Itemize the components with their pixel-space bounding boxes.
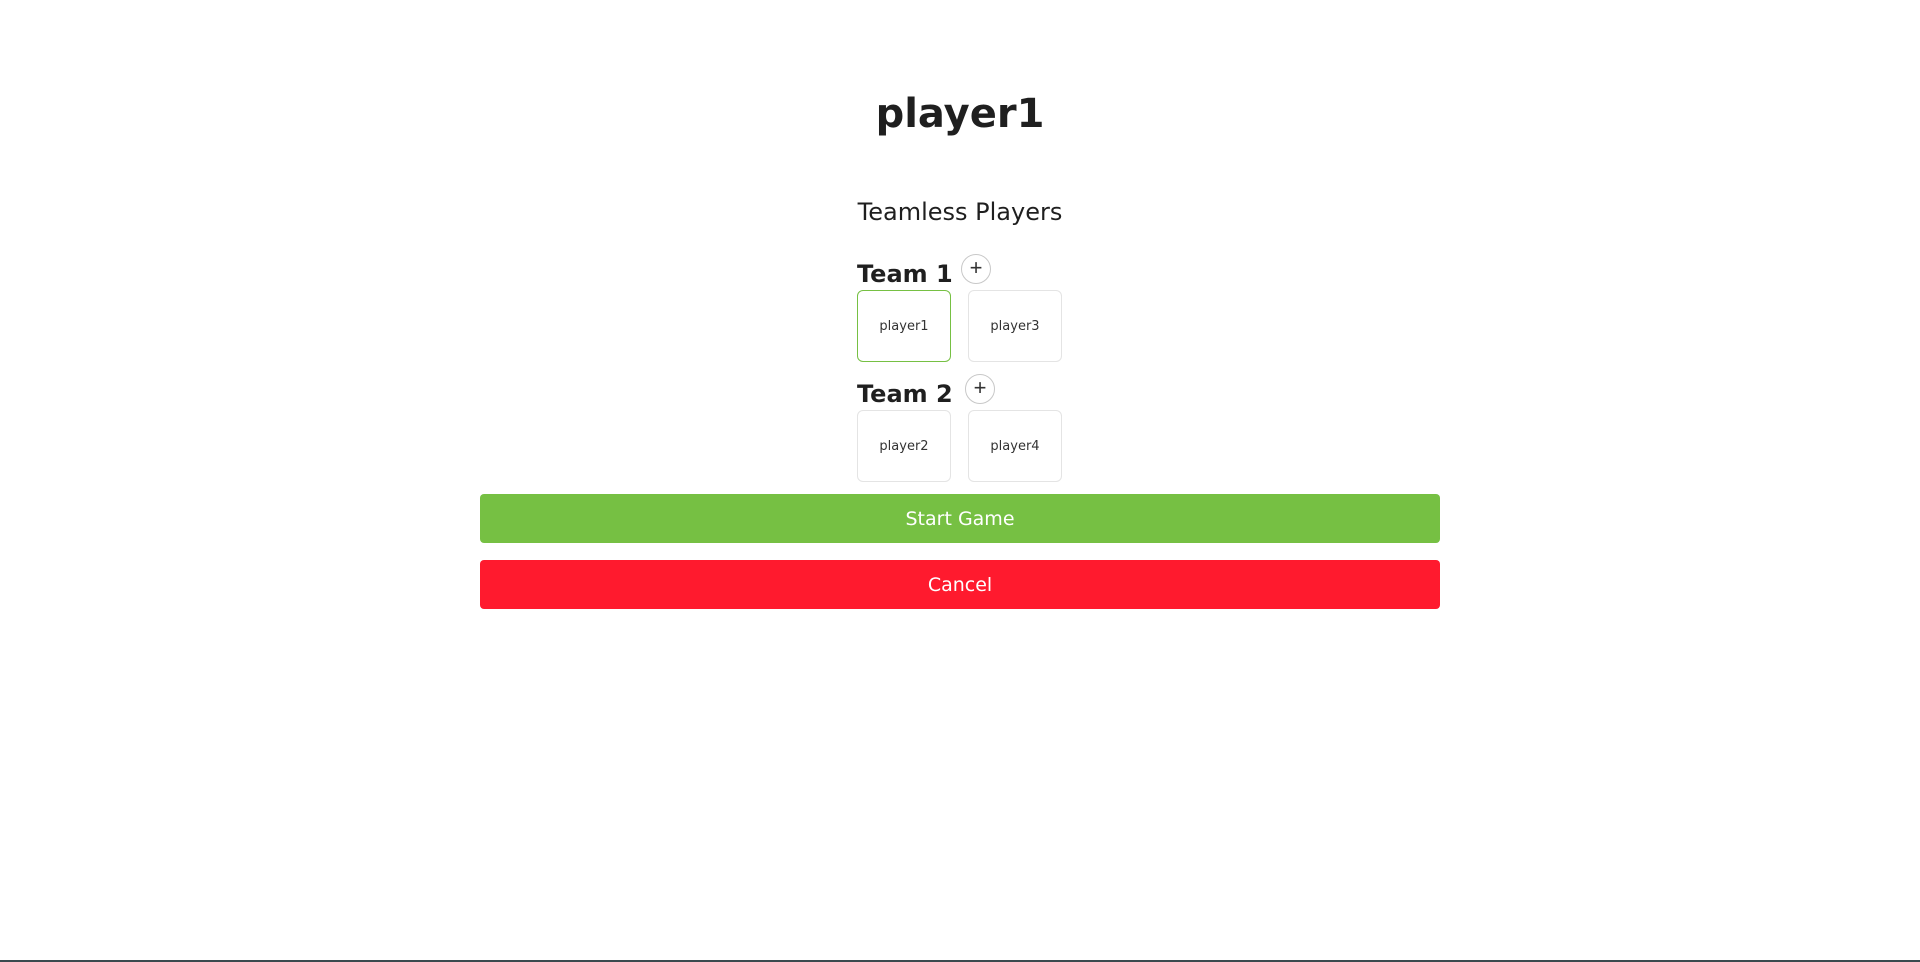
team-2-name: Team 2 [857, 380, 953, 408]
team-2-header: Team 2 + [857, 374, 1097, 410]
team-1-header: Team 1 + [857, 254, 1097, 290]
team-1-player-list: player1 player3 [857, 290, 1097, 362]
team-2-player-list: player2 player4 [857, 410, 1097, 482]
start-game-button[interactable]: Start Game [480, 494, 1440, 543]
player-card-player3[interactable]: player3 [968, 290, 1062, 362]
team-2-add-player-button[interactable]: + [965, 374, 995, 404]
player-card-player4[interactable]: player4 [968, 410, 1062, 482]
lobby-page: player1 Teamless Players Team 1 + player… [0, 0, 1920, 962]
player-card-player2[interactable]: player2 [857, 410, 951, 482]
page-title: player1 [875, 91, 1045, 137]
cancel-button[interactable]: Cancel [480, 560, 1440, 609]
team-1-add-player-button[interactable]: + [961, 254, 991, 284]
player-card-player1[interactable]: player1 [857, 290, 951, 362]
team-2-section: Team 2 + player2 player4 [857, 374, 1097, 482]
team-1-section: Team 1 + player1 player3 [857, 254, 1097, 362]
team-1-name: Team 1 [857, 260, 953, 288]
teamless-players-heading: Teamless Players [857, 198, 1063, 226]
